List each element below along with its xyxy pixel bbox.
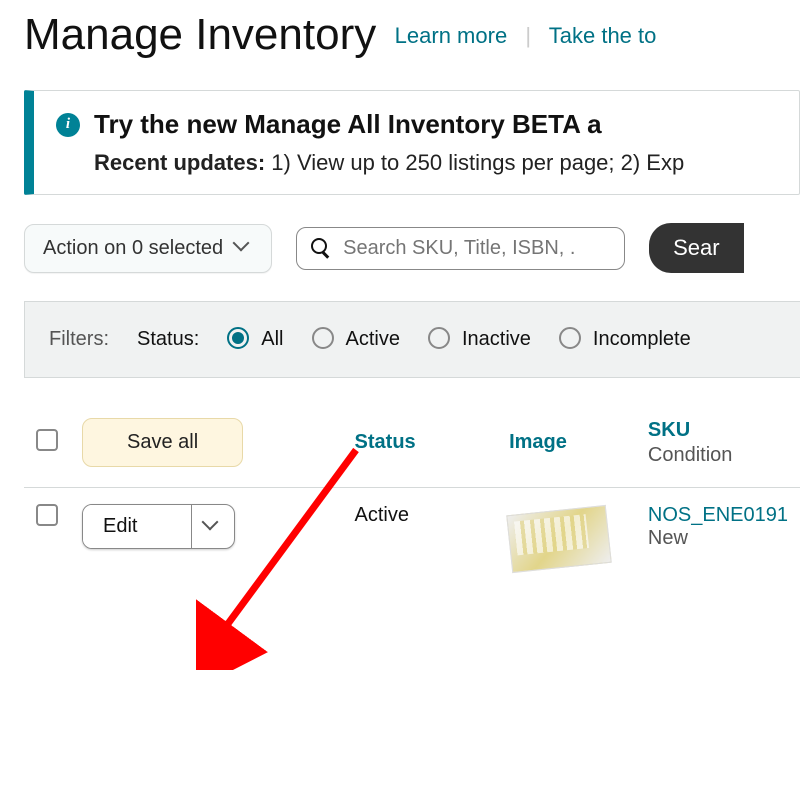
row-checkbox[interactable] bbox=[36, 504, 58, 526]
edit-split-button[interactable]: Edit bbox=[82, 504, 235, 549]
beta-banner: i Try the new Manage All Inventory BETA … bbox=[24, 90, 800, 195]
column-image: Image bbox=[509, 431, 567, 453]
chevron-down-icon bbox=[235, 239, 253, 257]
radio-icon bbox=[559, 327, 581, 349]
table-row: Edit Active NOS_ENE0191 New bbox=[24, 488, 800, 585]
edit-dropdown-toggle[interactable] bbox=[191, 505, 234, 548]
page-title: Manage Inventory bbox=[24, 10, 376, 60]
beta-headline: Try the new Manage All Inventory BETA a bbox=[94, 109, 602, 140]
inventory-table: Save all Status Image SKU Condition Edit bbox=[24, 398, 800, 584]
row-condition: New bbox=[648, 527, 688, 549]
search-icon bbox=[311, 238, 331, 258]
title-links: Learn more | Take the to bbox=[395, 23, 657, 49]
column-status[interactable]: Status bbox=[355, 431, 416, 453]
select-all-checkbox[interactable] bbox=[36, 429, 58, 451]
edit-button-label: Edit bbox=[83, 505, 191, 548]
row-status: Active bbox=[355, 504, 409, 526]
info-icon: i bbox=[56, 113, 80, 137]
filter-bar: Filters: Status: All Active Inactive Inc… bbox=[24, 301, 800, 378]
bulk-action-dropdown[interactable]: Action on 0 selected bbox=[24, 224, 272, 273]
recent-updates-body: 1) View up to 250 listings per page; 2) … bbox=[265, 150, 684, 175]
status-radio-inactive[interactable]: Inactive bbox=[428, 328, 531, 351]
radio-icon bbox=[312, 327, 334, 349]
search-field[interactable] bbox=[296, 227, 625, 270]
radio-icon bbox=[227, 327, 249, 349]
column-sku[interactable]: SKU bbox=[648, 419, 690, 441]
take-tour-link[interactable]: Take the to bbox=[549, 23, 657, 48]
column-sku-sub: Condition bbox=[648, 444, 788, 467]
radio-icon bbox=[428, 327, 450, 349]
status-radio-active[interactable]: Active bbox=[312, 328, 400, 351]
bulk-action-label: Action on 0 selected bbox=[43, 237, 223, 260]
search-input[interactable] bbox=[341, 236, 610, 261]
save-all-button[interactable]: Save all bbox=[82, 418, 243, 467]
status-label: Status: bbox=[137, 328, 199, 351]
search-button[interactable]: Sear bbox=[649, 223, 743, 273]
status-radio-incomplete[interactable]: Incomplete bbox=[559, 328, 691, 351]
status-radio-all[interactable]: All bbox=[227, 328, 283, 351]
recent-updates-label: Recent updates: bbox=[94, 150, 265, 175]
chevron-down-icon bbox=[204, 518, 222, 536]
filters-label: Filters: bbox=[49, 328, 109, 351]
product-image[interactable] bbox=[506, 505, 612, 573]
separator: | bbox=[525, 23, 531, 48]
row-sku-link[interactable]: NOS_ENE0191 bbox=[648, 504, 788, 526]
learn-more-link[interactable]: Learn more bbox=[395, 23, 508, 48]
